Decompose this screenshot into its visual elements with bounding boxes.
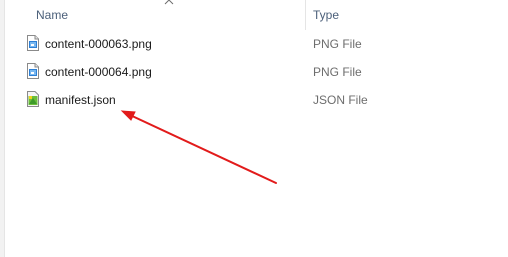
type-column-label: Type bbox=[313, 8, 340, 22]
name-column-label: Name bbox=[36, 8, 69, 22]
file-type: JSON File bbox=[313, 93, 368, 107]
file-row-manifest-json[interactable]: manifest.json JSON File bbox=[5, 87, 508, 113]
arrow-shaft bbox=[129, 114, 277, 184]
sort-ascending-icon bbox=[164, 0, 174, 5]
json-file-icon bbox=[27, 91, 39, 107]
column-header-bar: Name Type bbox=[5, 0, 508, 30]
file-name: content-000064.png bbox=[45, 65, 152, 79]
file-name: content-000063.png bbox=[45, 37, 152, 51]
png-file-icon bbox=[27, 35, 39, 51]
file-row-content-000063[interactable]: content-000063.png PNG File bbox=[5, 31, 508, 57]
file-type: PNG File bbox=[313, 65, 362, 79]
file-name: manifest.json bbox=[45, 93, 116, 107]
png-file-icon bbox=[27, 63, 39, 79]
file-row-content-000064[interactable]: content-000064.png PNG File bbox=[5, 59, 508, 85]
name-column-header[interactable]: Name bbox=[5, 0, 305, 30]
file-type: PNG File bbox=[313, 37, 362, 51]
type-column-header[interactable]: Type bbox=[305, 0, 508, 30]
